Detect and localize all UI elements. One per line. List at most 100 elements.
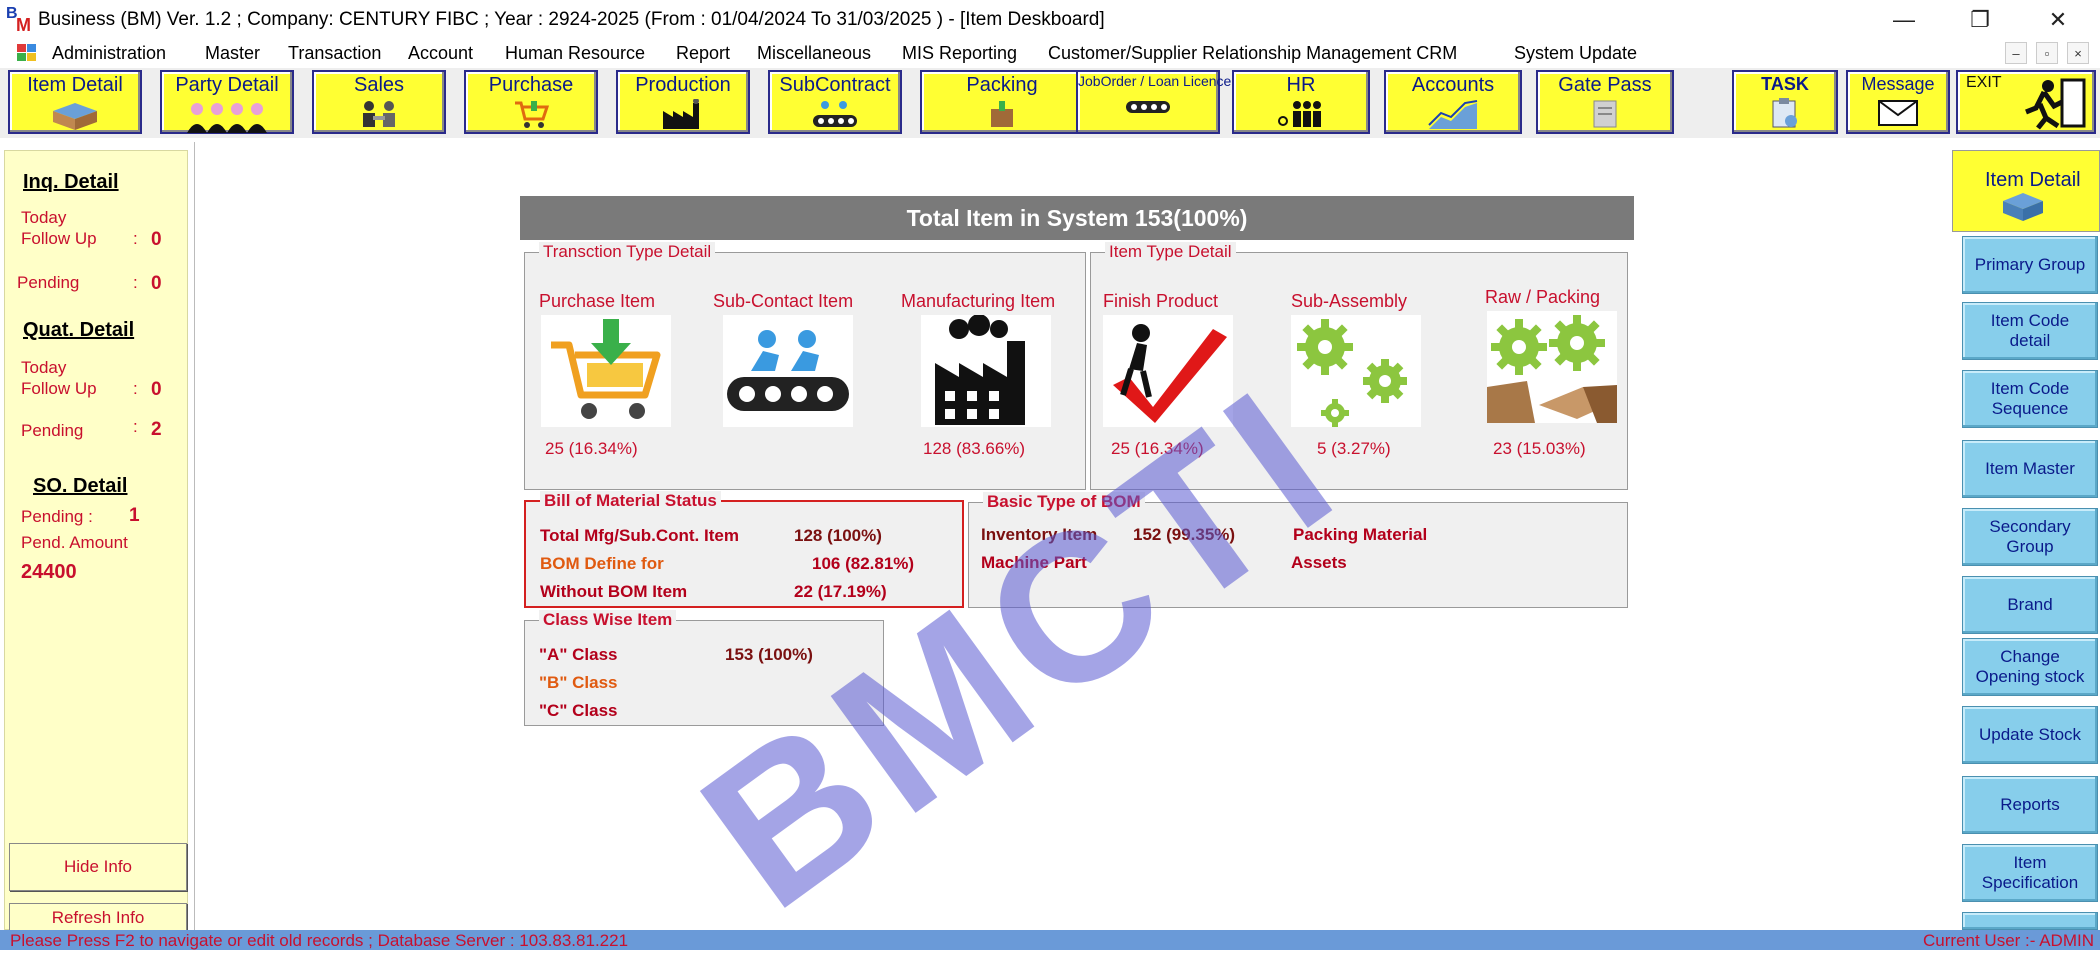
item-type-legend: Item Type Detail (1105, 242, 1236, 262)
purchase-item-label: Purchase Item (539, 291, 656, 311)
a-class-label: "A" Class (539, 645, 618, 664)
exit-button[interactable]: EXIT (1956, 70, 2096, 134)
assets-label: Assets (1291, 553, 1347, 572)
inq-detail-title: Inq. Detail (23, 171, 119, 193)
menu-report[interactable]: Report (676, 43, 730, 64)
menu-crm[interactable]: Customer/Supplier Relationship Managemen… (1048, 43, 1457, 64)
joborder-button[interactable]: JobOrder / Loan Licence (1076, 70, 1231, 134)
item-code-sequence-button[interactable]: Item Code Sequence (1962, 370, 2098, 428)
menu-transaction[interactable]: Transaction (288, 43, 381, 64)
status-bar: Please Press F2 to navigate or edit old … (0, 930, 2100, 950)
inq-pending-value: 0 (151, 273, 162, 294)
quat-colon: : (133, 417, 138, 436)
inq-colon: : (133, 229, 138, 248)
minimize-button[interactable]: — (1874, 4, 1934, 36)
subcontract-button[interactable]: SubContract (768, 70, 902, 134)
inq-today-follow-up-label: Today Follow Up (21, 208, 97, 248)
gears-boxes-icon (1487, 315, 1617, 423)
item-detail-header: Item Detail (1952, 150, 2100, 232)
without-bom-value: 22 (17.19%) (794, 582, 887, 601)
purchase-button[interactable]: Purchase (464, 70, 598, 134)
primary-group-button[interactable]: Primary Group (1962, 236, 2098, 294)
so-pend-amount-label: Pend. Amount (21, 533, 128, 552)
item-master-button[interactable]: Item Master (1962, 440, 2098, 498)
mdi-close-button[interactable]: × (2067, 42, 2089, 64)
quat-detail-title: Quat. Detail (23, 319, 135, 341)
raw-packing-label: Raw / Packing (1485, 287, 1601, 307)
app-menu-icon[interactable] (16, 42, 38, 64)
item-detail-button[interactable]: Item Detail (8, 70, 142, 134)
packing-material-label: Packing Material (1293, 525, 1428, 544)
bom-total-label: Total Mfg/Sub.Cont. Item (540, 526, 739, 545)
left-info-panel: Inq. Detail Today Follow Up : 0 Pending … (4, 150, 188, 933)
mdi-restore-button[interactable]: ▫ (2036, 42, 2058, 64)
item-specification-button[interactable]: Item Specification (1962, 844, 2098, 902)
finish-product-label: Finish Product (1103, 291, 1219, 311)
bom-define-label: BOM Define for (540, 554, 664, 573)
factory-icon (935, 314, 1025, 425)
hide-info-button[interactable]: Hide Info (9, 843, 187, 891)
team-icon (1278, 101, 1321, 127)
reports-button[interactable]: Reports (1962, 776, 2098, 834)
accounts-button[interactable]: Accounts (1384, 70, 1522, 134)
toolbar: Item Detail Party Detail Sales Purchase … (0, 68, 2100, 138)
item-code-detail-button[interactable]: Item Code detail (1962, 302, 2098, 360)
menu-miscellaneous[interactable]: Miscellaneous (757, 43, 871, 64)
packing-button[interactable]: Packing (920, 70, 1084, 134)
people-icon (187, 103, 267, 133)
party-detail-button[interactable]: Party Detail (160, 70, 294, 134)
menu-account[interactable]: Account (408, 43, 473, 64)
update-stock-button[interactable]: Update Stock (1962, 706, 2098, 764)
hr-button[interactable]: HR (1232, 70, 1370, 134)
manufacturing-item-image (921, 314, 1051, 427)
machine-part-label: Machine Part (981, 553, 1087, 572)
menu-system-update[interactable]: System Update (1514, 43, 1637, 64)
menu-human-resource[interactable]: Human Resource (505, 43, 645, 64)
refresh-info-button[interactable]: Refresh Info (9, 903, 187, 933)
restore-button[interactable]: ❐ (1950, 4, 2010, 36)
quat-pending-value: 2 (151, 419, 162, 440)
transaction-type-group: Transction Type Detail Purchase Item 25 … (524, 242, 1086, 490)
transaction-type-legend: Transction Type Detail (539, 242, 716, 262)
more-button[interactable] (1962, 912, 2098, 930)
raw-packing-value: 23 (15.03%) (1493, 439, 1586, 458)
gate-pass-button[interactable]: Gate Pass (1536, 70, 1674, 134)
sales-label: Sales (353, 74, 405, 96)
gears-icon (1297, 319, 1407, 427)
so-pend-amount-value: 24400 (21, 561, 77, 583)
quat-today-follow-up-label: Today Follow Up (21, 358, 97, 398)
production-button[interactable]: Production (616, 70, 750, 134)
status-message: Please Press F2 to navigate or edit old … (10, 931, 629, 950)
mdi-minimize-button[interactable]: – (2005, 42, 2027, 64)
chart-icon (1428, 100, 1478, 129)
brand-button[interactable]: Brand (1962, 576, 2098, 634)
bom-status-group: Bill of Material Status Total Mfg/Sub.Co… (524, 491, 964, 608)
packing-label: Packing (966, 74, 1038, 96)
bom-status-legend: Bill of Material Status (540, 491, 721, 511)
b-class-label: "B" Class (539, 673, 618, 692)
app-logo-icon: BM (6, 5, 31, 35)
box-icon (2003, 193, 2043, 221)
quat-pending-label: Pending (21, 421, 84, 440)
inq-pending-label: Pending (17, 273, 80, 292)
sales-button[interactable]: Sales (312, 70, 446, 134)
task-button[interactable]: TASK (1732, 70, 1838, 134)
change-opening-stock-button[interactable]: Change Opening stock (1962, 638, 2098, 696)
menu-mis-reporting[interactable]: MIS Reporting (902, 43, 1017, 64)
document-icon (1593, 100, 1617, 128)
menu-administration[interactable]: Administration (52, 43, 166, 64)
party-detail-label: Party Detail (175, 74, 279, 96)
secondary-group-button[interactable]: Secondary Group (1962, 508, 2098, 566)
factory-icon (663, 99, 699, 129)
accounts-label: Accounts (1411, 74, 1495, 96)
close-button[interactable]: ✕ (2028, 4, 2088, 36)
sub-assembly-label: Sub-Assembly (1291, 291, 1408, 311)
message-button[interactable]: Message (1846, 70, 1950, 134)
item-type-group: Item Type Detail Finish Product 25 (16.3… (1090, 242, 1628, 490)
right-nav-panel: Item Detail Primary Group Item Code deta… (1952, 150, 2100, 930)
a-class-value: 153 (100%) (725, 645, 813, 664)
finish-product-image (1103, 315, 1233, 427)
menu-master[interactable]: Master (205, 43, 260, 64)
package-icon (991, 101, 1013, 127)
sub-contact-item-image (723, 315, 853, 427)
